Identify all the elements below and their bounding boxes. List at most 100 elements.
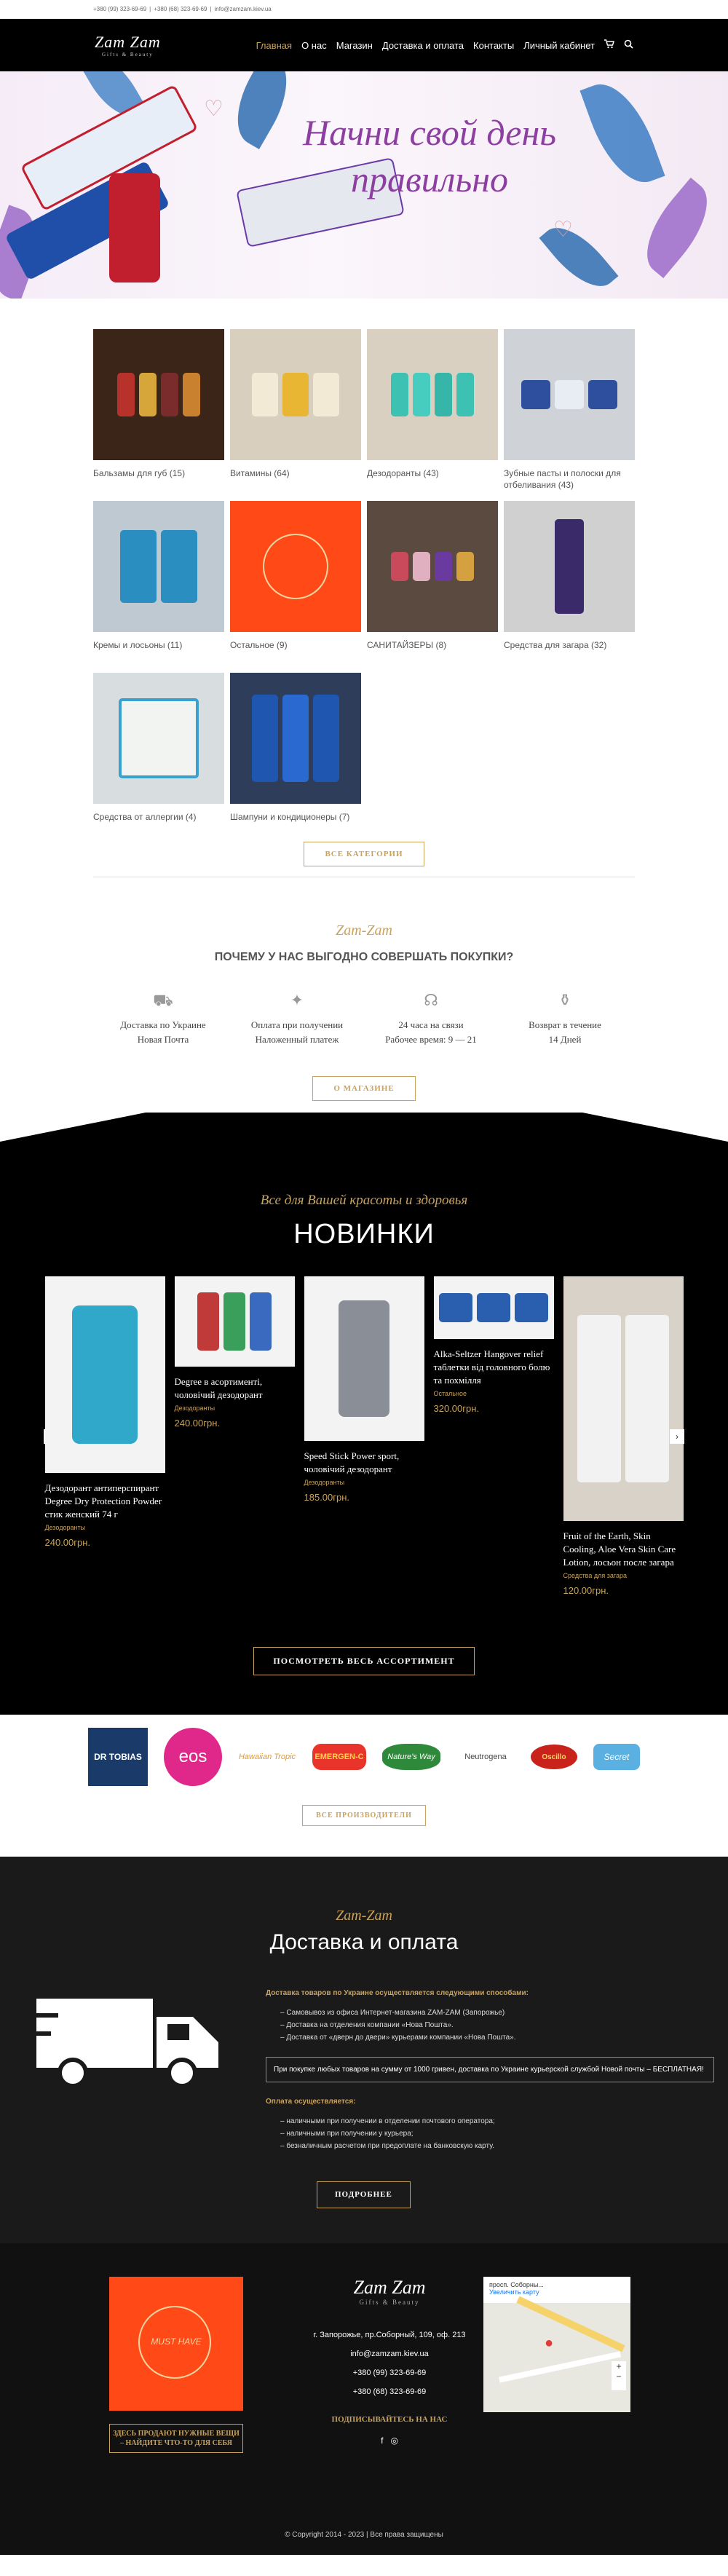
category-image (230, 673, 361, 804)
brand-logo[interactable]: Nature's Way (382, 1744, 440, 1770)
promo-image[interactable]: MUST HAVE (109, 2277, 243, 2411)
product-name[interactable]: Alka-Seltzer Hangover relief таблетки ві… (434, 1348, 554, 1387)
brand-logo[interactable]: Oscillo (531, 1745, 577, 1769)
list-item: Доставка на отделения компании «Нова Пош… (280, 2019, 714, 2031)
more-details-button[interactable]: ПОДРОБНЕЕ (317, 2181, 411, 2208)
category-card[interactable]: Кремы и лосьоны (11) (93, 501, 224, 663)
all-brands-button[interactable]: ВСЕ ПРОИЗВОДИТЕЛИ (302, 1805, 426, 1826)
site-logo[interactable]: Zam Zam Gifts & Beauty (95, 33, 161, 58)
view-all-products-button[interactable]: ПОСМОТРЕТЬ ВЕСЬ АССОРТИМЕНТ (253, 1647, 475, 1675)
footer-logo[interactable]: Zam Zam Gifts & Beauty (277, 2277, 502, 2306)
category-label: Дезодоранты (43) (367, 468, 439, 478)
category-image (367, 501, 498, 632)
brand-logo[interactable]: eos (164, 1728, 222, 1786)
top-separator: | (210, 6, 212, 12)
carousel-next-icon[interactable]: › (670, 1429, 684, 1444)
category-card[interactable]: Дезодоранты (43) (367, 329, 498, 491)
brand-logo[interactable]: Secret (593, 1744, 640, 1770)
category-card[interactable]: Бальзамы для губ (15) (93, 329, 224, 491)
category-label: Зубные пасты и полоски для отбеливания (… (504, 468, 621, 490)
features-list: ⛟ Доставка по Украине Новая Почта ✦ Опла… (0, 991, 728, 1047)
category-card[interactable]: Шампуни и кондиционеры (7) (230, 673, 361, 834)
category-grid: Бальзамы для губ (15) Витамины (64) Дезо… (93, 329, 635, 834)
nav-delivery[interactable]: Доставка и оплата (382, 40, 464, 51)
category-label: Кремы и лосьоны (11) (93, 640, 183, 650)
about-shop-button[interactable]: О МАГАЗИНЕ (312, 1076, 416, 1101)
category-image (93, 673, 224, 804)
product-name[interactable]: Fruit of the Earth, Skin Cooling, Aloe V… (563, 1530, 684, 1569)
promo-button[interactable]: ЗДЕСЬ ПРОДАЮТ НУЖНЫЕ ВЕЩИ – НАЙДИТЕ ЧТО-… (109, 2424, 243, 2453)
product-category[interactable]: Дезодоранты (304, 1479, 424, 1486)
social-icons: f ◎ (277, 2435, 502, 2446)
new-products-section: Все для Вашей красоты и здоровья НОВИНКИ… (0, 1113, 728, 1715)
product-card[interactable]: Дезодорант антиперспирант Degree Dry Pro… (44, 1276, 165, 1596)
all-categories-button[interactable]: ВСЕ КАТЕГОРИИ (304, 842, 424, 866)
category-label: Бальзамы для губ (15) (93, 468, 186, 478)
product-image (563, 1276, 684, 1521)
payment-methods: наличными при получении в отделении почт… (280, 2115, 714, 2152)
nav-shop[interactable]: Магазин (336, 40, 373, 51)
leaf-decoration (539, 214, 619, 299)
product-category[interactable]: Дезодоранты (175, 1404, 295, 1412)
top-email[interactable]: info@zamzam.kiev.ua (215, 6, 272, 12)
instagram-icon[interactable]: ◎ (390, 2435, 397, 2446)
site-footer: MUST HAVE ЗДЕСЬ ПРОДАЮТ НУЖНЫЕ ВЕЩИ – НА… (0, 2243, 728, 2555)
nav-account[interactable]: Личный кабинет (523, 40, 595, 51)
category-image (504, 501, 635, 632)
facebook-icon[interactable]: f (381, 2435, 383, 2446)
cart-icon[interactable] (604, 39, 614, 51)
product-card[interactable]: Fruit of the Earth, Skin Cooling, Aloe V… (563, 1276, 684, 1596)
category-card[interactable]: САНИТАЙЗЕРЫ (8) (367, 501, 498, 663)
top-separator: | (149, 6, 151, 12)
category-label: Средства для загара (32) (504, 640, 607, 650)
main-nav: Главная О нас Магазин Доставка и оплата … (256, 39, 633, 51)
product-price: 185.00грн. (304, 1492, 350, 1503)
nav-home[interactable]: Главная (256, 40, 292, 51)
product-price: 240.00грн. (44, 1537, 91, 1548)
map-zoom-icon[interactable]: + − (612, 2361, 626, 2390)
category-card[interactable]: Зубные пасты и полоски для отбеливания (… (504, 329, 635, 491)
section-top-edge (0, 1113, 728, 1142)
category-card[interactable]: Средства от аллергии (4) (93, 673, 224, 834)
brand-logo[interactable]: DR TOBIAS (88, 1728, 148, 1786)
category-image (93, 501, 224, 632)
product-name[interactable]: Degree в асортименті, чоловічий дезодора… (175, 1375, 295, 1402)
map-widget[interactable]: просп. Соборны... Увеличить карту ● + − (483, 2277, 630, 2412)
wallet-icon: ✦ (290, 991, 304, 1009)
footer-phone-2[interactable]: +380 (68) 323-69-69 (277, 2387, 502, 2396)
brand-logo[interactable]: Neutrogena (456, 1728, 515, 1786)
product-category[interactable]: Остальное (434, 1390, 554, 1397)
footer-phone-1[interactable]: +380 (99) 323-69-69 (277, 2368, 502, 2377)
product-name[interactable]: Дезодорант антиперспирант Degree Dry Pro… (45, 1482, 165, 1521)
category-label: Средства от аллергии (4) (93, 812, 197, 822)
top-phone-1[interactable]: +380 (99) 323-69-69 (93, 6, 146, 12)
nav-contacts[interactable]: Контакты (473, 40, 514, 51)
category-image (230, 501, 361, 632)
search-icon[interactable] (624, 39, 633, 51)
product-category[interactable]: Дезодоранты (45, 1524, 165, 1531)
product-card[interactable]: Speed Stick Power sport, чоловічий дезод… (304, 1276, 424, 1596)
toothbrush-box-image (109, 173, 160, 283)
leaf-decoration (630, 177, 724, 279)
brand-logo[interactable]: Hawaiian Tropic (238, 1728, 296, 1786)
category-card[interactable]: Средства для загара (32) (504, 501, 635, 663)
category-card[interactable]: Витамины (64) (230, 329, 361, 491)
nav-about[interactable]: О нас (301, 40, 327, 51)
section-title: ПОЧЕМУ У НАС ВЫГОДНО СОВЕРШАТЬ ПОКУПКИ? (214, 951, 514, 963)
subscribe-label: ПОДПИСЫВАЙТЕСЬ НА НАС (331, 2415, 448, 2424)
product-category[interactable]: Средства для загара (563, 1572, 684, 1579)
product-card[interactable]: Alka-Seltzer Hangover relief таблетки ві… (433, 1276, 554, 1596)
top-bar: +380 (99) 323-69-69 | +380 (68) 323-69-6… (0, 0, 728, 19)
map-enlarge-link[interactable]: Увеличить карту (489, 2288, 625, 2296)
footer-email[interactable]: info@zamzam.kiev.ua (277, 2350, 502, 2358)
list-item: наличными при получении у курьера; (280, 2127, 714, 2140)
product-card[interactable]: Degree в асортименті, чоловічий дезодора… (174, 1276, 295, 1596)
top-phone-2[interactable]: +380 (68) 323-69-69 (154, 6, 207, 12)
delivery-content: Доставка товаров по Украине осуществляет… (266, 1987, 714, 2208)
list-item: Доставка от «дверн до двери» курьерами к… (280, 2031, 714, 2044)
brand-logo[interactable]: EMERGEN-C (312, 1744, 366, 1770)
product-name[interactable]: Speed Stick Power sport, чоловічий дезод… (304, 1450, 424, 1476)
headset-icon: ☊ (424, 991, 438, 1009)
category-card[interactable]: Остальное (9) (230, 501, 361, 663)
category-image (230, 329, 361, 460)
